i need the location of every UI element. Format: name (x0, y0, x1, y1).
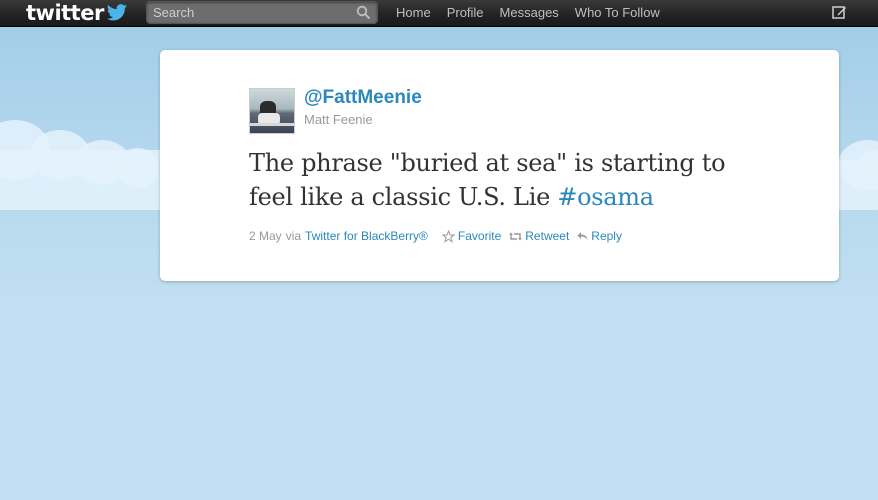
reply-button[interactable]: Reply (577, 229, 622, 243)
tweet-text: The phrase "buried at sea" is starting t… (249, 146, 809, 214)
hashtag-link[interactable]: #osama (557, 183, 654, 211)
tweet-text-line-1: The phrase "buried at sea" is starting t… (249, 149, 726, 177)
favorite-label: Favorite (457, 229, 502, 243)
search-box[interactable] (146, 1, 378, 24)
tweet-full-name: Matt Feenie (304, 112, 373, 127)
avatar[interactable] (249, 88, 295, 134)
via-label: via (285, 229, 302, 243)
tweet-date[interactable]: 2 May (249, 229, 282, 243)
tweet-text-line-2: feel like a classic U.S. Lie (249, 183, 558, 211)
search-icon[interactable] (356, 5, 371, 20)
retweet-label: Retweet (525, 229, 570, 243)
reply-label: Reply (591, 229, 622, 243)
nav-profile[interactable]: Profile (439, 0, 492, 26)
main-nav: Home Profile Messages Who To Follow (388, 0, 668, 26)
tweet-meta: 2 May via Twitter for BlackBerry® Favori… (249, 228, 622, 244)
tweet-handle[interactable]: @FattMeenie (304, 87, 422, 109)
top-bar: twitter Home Profile Messages Who To Fol… (0, 0, 878, 27)
twitter-logo[interactable]: twitter (26, 1, 128, 25)
bird-icon (106, 4, 127, 21)
retweet-button[interactable]: Retweet (509, 229, 569, 243)
tweet-source-link[interactable]: Twitter for BlackBerry® (305, 229, 428, 243)
reply-icon (577, 232, 588, 240)
tweet-card: @FattMeenie Matt Feenie The phrase "buri… (160, 50, 839, 281)
favorite-button[interactable]: Favorite (441, 229, 502, 243)
nav-who-to-follow[interactable]: Who To Follow (567, 0, 668, 26)
retweet-icon (509, 232, 523, 240)
search-input[interactable] (147, 2, 347, 23)
star-icon (441, 229, 455, 243)
compose-icon[interactable] (832, 5, 847, 20)
nav-home[interactable]: Home (388, 0, 439, 26)
nav-messages[interactable]: Messages (492, 0, 567, 26)
logo-text: twitter (26, 1, 104, 25)
